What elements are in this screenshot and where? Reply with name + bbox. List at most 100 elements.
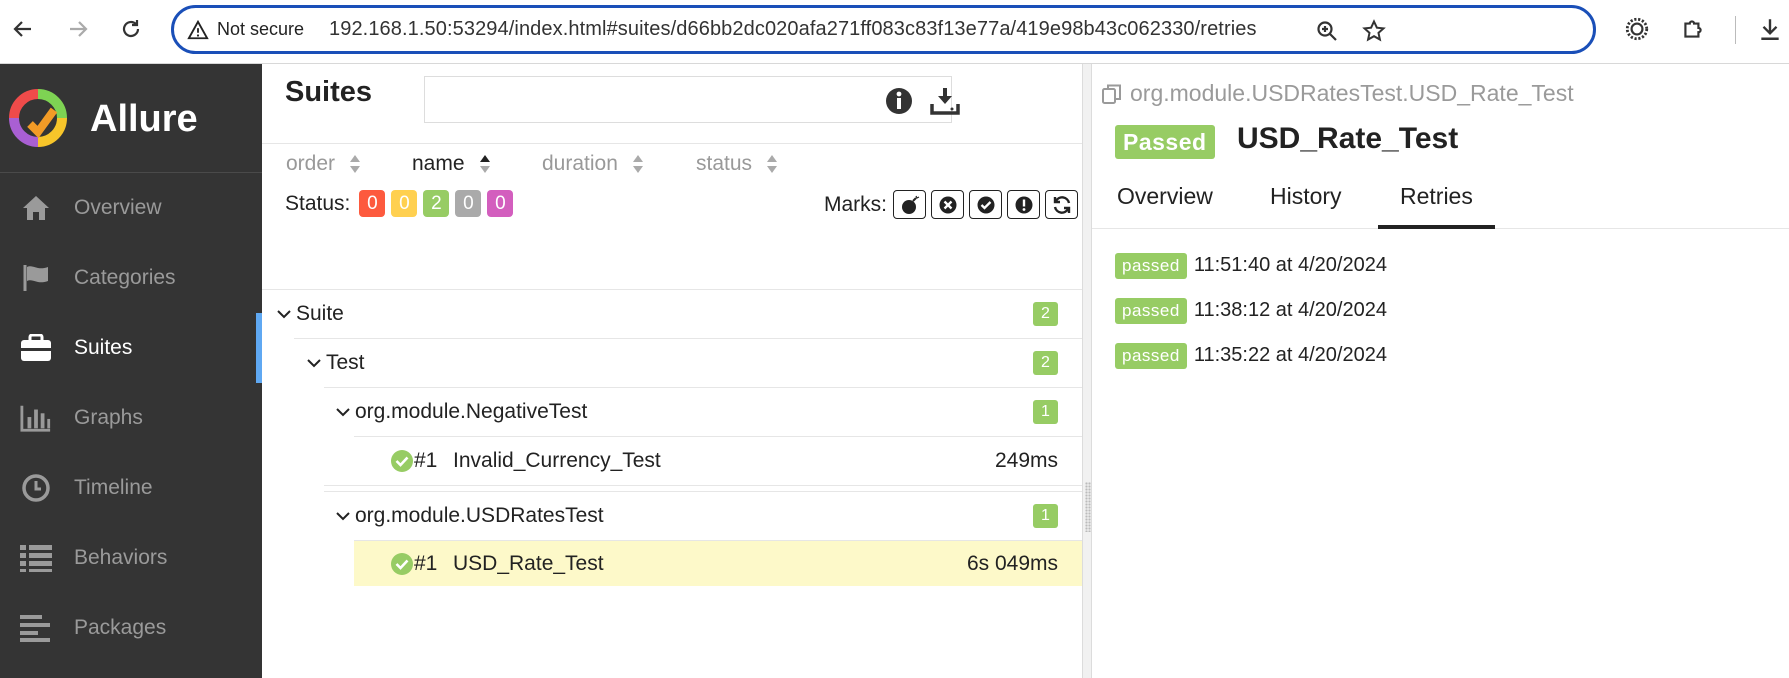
sidebar-item-packages[interactable]: Packages [0, 593, 262, 663]
info-icon[interactable] [884, 86, 914, 116]
sidebar-item-label: Categories [74, 266, 176, 289]
mark-new-broken-button[interactable] [1007, 190, 1040, 219]
retry-status-badge: passed [1115, 342, 1187, 369]
bomb-icon [901, 195, 919, 214]
warning-icon [187, 19, 209, 39]
tree-node-test[interactable]: Test 2 [294, 338, 1082, 387]
status-filter-label: Status: [285, 191, 351, 215]
status-skipped-badge[interactable]: 0 [455, 190, 482, 217]
search-input[interactable] [424, 76, 952, 123]
tree-node-suite[interactable]: Suite 2 [262, 289, 1082, 338]
forward-button[interactable] [61, 10, 95, 48]
count-badge: 1 [1033, 504, 1058, 528]
tree-node-label: org.module.USDRatesTest [355, 504, 604, 527]
mark-retries-button[interactable] [1045, 190, 1078, 219]
extension-badge-icon[interactable] [1624, 16, 1650, 42]
marks-label: Marks: [824, 192, 887, 216]
mark-new-passed-button[interactable] [969, 190, 1002, 219]
retry-status-badge: passed [1115, 252, 1187, 279]
sort-status[interactable]: status [696, 152, 778, 176]
sort-label: duration [542, 152, 618, 175]
tree-node-usd-rates-test[interactable]: org.module.USDRatesTest 1 [324, 491, 1082, 540]
pane-splitter[interactable] [1082, 64, 1092, 678]
test-case-name: Invalid_Currency_Test [453, 449, 661, 472]
download-icon[interactable] [930, 86, 960, 116]
security-label[interactable]: Not secure [217, 19, 304, 40]
sidebar-item-label: Graphs [74, 406, 143, 429]
status-failed-badge[interactable]: 0 [359, 190, 386, 217]
bar-chart-icon [20, 402, 52, 434]
sidebar-item-timeline[interactable]: Timeline [0, 453, 262, 523]
status-unknown-badge[interactable]: 0 [487, 190, 514, 217]
test-detail-pane: org.module.USDRatesTest.USD_Rate_Test Pa… [1092, 64, 1789, 678]
sort-name[interactable]: name [412, 152, 491, 176]
sidebar-item-suites[interactable]: Suites [0, 313, 262, 383]
sidebar-item-label: Overview [74, 196, 162, 219]
toolbar-separator [1735, 16, 1736, 44]
mark-flaky-button[interactable] [893, 190, 926, 219]
zoom-icon[interactable] [1315, 19, 1339, 43]
puzzle-icon[interactable] [1680, 16, 1706, 42]
test-case-name: USD_Rate_Test [453, 551, 604, 575]
passed-check-icon [391, 450, 413, 472]
status-badge: Passed [1115, 125, 1215, 159]
retry-item[interactable]: passed 11:35:22 at 4/20/2024 [1115, 342, 1387, 369]
arrow-right-icon [70, 21, 88, 37]
test-case-row[interactable]: #1 USD_Rate_Test 6s 049ms [354, 540, 1082, 586]
check-circle-icon [977, 196, 994, 213]
sort-arrows-icon [632, 155, 643, 173]
times-circle-icon [939, 196, 956, 213]
breadcrumb[interactable]: org.module.USDRatesTest.USD_Rate_Test [1100, 80, 1574, 107]
list-icon [20, 542, 52, 574]
allure-logo-icon [9, 89, 67, 147]
status-broken-badge[interactable]: 0 [391, 190, 418, 217]
sidebar-item-categories[interactable]: Categories [0, 243, 262, 313]
retry-item[interactable]: passed 11:38:12 at 4/20/2024 [1115, 297, 1387, 324]
page-title: Suites [285, 76, 373, 108]
reload-icon [122, 20, 140, 38]
flag-icon [20, 262, 52, 294]
test-title: USD_Rate_Test [1237, 122, 1459, 155]
retry-item[interactable]: passed 11:51:40 at 4/20/2024 [1115, 252, 1387, 279]
detail-tabs: Overview History Retries [1092, 169, 1789, 229]
clock-icon [20, 472, 52, 504]
tab-overview[interactable]: Overview [1117, 183, 1213, 227]
tree-node-negative-test[interactable]: org.module.NegativeTest 1 [324, 387, 1082, 436]
tree-node-label: Test [326, 351, 365, 374]
reload-button[interactable] [114, 10, 148, 48]
bookmark-star-icon[interactable] [1362, 19, 1386, 43]
sidebar-item-label: Timeline [74, 476, 153, 499]
tab-history[interactable]: History [1270, 183, 1342, 227]
tree-node-label: Suite [296, 302, 344, 325]
sort-order[interactable]: order [286, 152, 361, 176]
sidebar: Allure Overview Categories Suites Graphs… [0, 64, 262, 678]
status-filter: Status: 0 0 2 0 0 [285, 190, 514, 217]
sidebar-item-label: Suites [74, 336, 133, 359]
download-icon[interactable] [1757, 16, 1783, 42]
brand[interactable]: Allure [0, 64, 262, 173]
sort-duration[interactable]: duration [542, 152, 644, 176]
back-button[interactable] [6, 10, 40, 48]
tab-retries[interactable]: Retries [1378, 183, 1495, 229]
sort-arrows-icon [350, 155, 361, 173]
sidebar-item-label: Packages [74, 616, 167, 639]
status-passed-badge[interactable]: 2 [423, 190, 450, 217]
breadcrumb-text: org.module.USDRatesTest.USD_Rate_Test [1130, 80, 1574, 106]
test-case-row[interactable]: #1 Invalid_Currency_Test 249ms [354, 436, 1082, 485]
address-bar[interactable]: Not secure 192.168.1.50:53294/index.html… [171, 5, 1596, 54]
test-case-number: #1 [414, 449, 438, 472]
sidebar-item-behaviors[interactable]: Behaviors [0, 523, 262, 593]
sort-label: order [286, 152, 336, 175]
retry-time: 11:51:40 at 4/20/2024 [1193, 254, 1387, 276]
count-badge: 2 [1033, 351, 1058, 375]
test-case-duration: 6s 049ms [966, 551, 1058, 575]
suites-tree: Suite 2 Test 2 org.module.NegativeTest 1… [262, 289, 1082, 586]
url-text[interactable]: 192.168.1.50:53294/index.html#suites/d66… [329, 18, 1257, 41]
briefcase-icon [20, 332, 52, 364]
sidebar-item-graphs[interactable]: Graphs [0, 383, 262, 453]
splitter-grip[interactable] [1085, 482, 1091, 532]
sidebar-item-overview[interactable]: Overview [0, 173, 262, 243]
retry-time: 11:38:12 at 4/20/2024 [1193, 299, 1387, 321]
mark-new-failed-button[interactable] [931, 190, 964, 219]
copy-icon [1102, 84, 1121, 104]
